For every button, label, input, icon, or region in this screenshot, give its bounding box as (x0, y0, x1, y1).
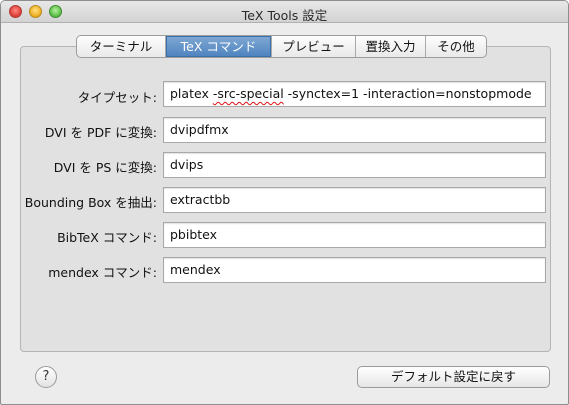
window-title: TeX Tools 設定 (241, 8, 328, 23)
bibtex-field[interactable]: pbibtex (163, 222, 546, 248)
bounding-box-field[interactable]: extractbb (163, 187, 546, 213)
typeset-value-suffix: -synctex=1 -interaction=nonstopmode (283, 86, 532, 101)
dvi-pdf-label: DVI を PDF に変換: (44, 125, 157, 140)
tab-replace-input[interactable]: 置換入力 (356, 36, 426, 57)
dvi-pdf-field[interactable]: dvipdfmx (163, 117, 546, 143)
bounding-box-label: Bounding Box を抽出: (24, 195, 157, 210)
bibtex-label: BibTeX コマンド: (57, 230, 157, 245)
preferences-window: TeX Tools 設定 ターミナル TeX コマンド プレビュー 置換入力 そ… (0, 0, 569, 405)
typeset-field[interactable]: platex -src-special -synctex=1 -interact… (163, 81, 546, 107)
mendex-label: mendex コマンド: (48, 265, 157, 280)
tab-preview[interactable]: プレビュー (272, 36, 356, 57)
title-bar: TeX Tools 設定 (1, 1, 568, 23)
typeset-value-prefix: platex (170, 86, 213, 101)
tab-other[interactable]: その他 (426, 36, 486, 57)
typeset-value-flagged: -src-special (212, 86, 284, 101)
dvi-ps-field[interactable]: dvips (163, 152, 546, 178)
tab-tex-command[interactable]: TeX コマンド (166, 36, 272, 57)
tab-bar: ターミナル TeX コマンド プレビュー 置換入力 その他 (76, 35, 487, 58)
mendex-field[interactable]: mendex (163, 257, 546, 283)
typeset-label: タイプセット: (77, 90, 157, 105)
tab-terminal[interactable]: ターミナル (77, 36, 166, 57)
dvi-ps-label: DVI を PS に変換: (53, 160, 157, 175)
help-button[interactable]: ? (35, 366, 57, 388)
restore-defaults-button[interactable]: デフォルト設定に戻す (357, 366, 550, 388)
